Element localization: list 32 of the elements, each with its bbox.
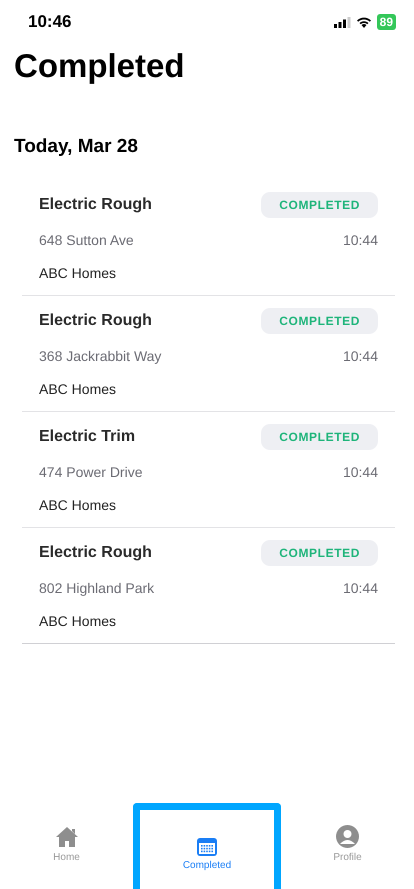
job-address: 474 Power Drive (39, 464, 142, 480)
builder-name: ABC Homes (39, 612, 118, 631)
tab-bar-item[interactable]: Profile (281, 803, 414, 889)
status-time: 10:46 (28, 12, 72, 32)
profile-icon (336, 825, 359, 848)
job-title: Electric Rough (39, 196, 152, 214)
job-address: 802 Highland Park (39, 580, 154, 596)
job-time: 10:44 (342, 580, 378, 596)
calendar-icon (197, 838, 217, 856)
signal-icon (334, 16, 351, 28)
status-badge: COMPLETED (261, 424, 378, 450)
section-heading: Today, Mar 28 (13, 136, 139, 158)
wifi-icon (356, 16, 372, 28)
builder-name: ABC Homes (39, 264, 118, 283)
home-icon (54, 826, 78, 848)
job-time: 10:44 (342, 464, 378, 480)
job-title: Electric Rough (39, 312, 152, 330)
builder-name: ABC Homes (39, 496, 118, 515)
job-time: 10:44 (342, 348, 378, 364)
job-title: Electric Trim (39, 428, 136, 446)
page-title: Completed (13, 46, 186, 86)
job-address: 648 Sutton Ave (39, 232, 134, 248)
status-badge: COMPLETED (261, 540, 378, 566)
status-badge: COMPLETED (261, 192, 378, 218)
job-title: Electric Rough (39, 544, 152, 562)
tab-bar-item[interactable]: Completed (133, 803, 281, 889)
job-time: 10:44 (342, 232, 378, 248)
builder-name: ABC Homes (39, 380, 118, 399)
tab-bar-item[interactable]: Home (0, 803, 133, 889)
status-badge: COMPLETED (261, 308, 378, 334)
job-address: 368 Jackrabbit Way (39, 348, 162, 364)
battery-level: 89 (376, 14, 396, 30)
